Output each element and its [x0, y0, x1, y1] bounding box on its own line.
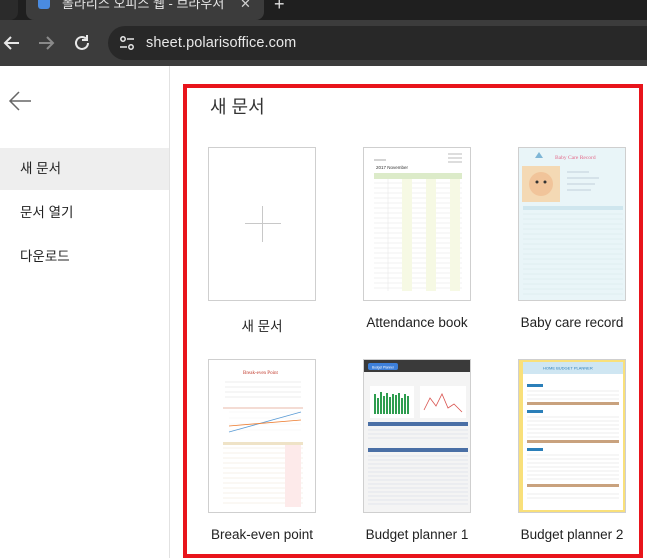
- thumb-title: 2017 November: [376, 165, 409, 170]
- url-text[interactable]: sheet.polarisoffice.com: [146, 35, 296, 51]
- thumb-title: Baby Care Record: [555, 155, 596, 161]
- sidebar-item-download[interactable]: 다운로드: [0, 236, 169, 278]
- attendance-thumbnail: 2017 November: [374, 153, 462, 291]
- template-label[interactable]: Attendance book: [337, 315, 497, 330]
- reload-icon[interactable]: [70, 31, 94, 55]
- new-tab-button[interactable]: +: [274, 0, 285, 15]
- plus-icon: [245, 206, 281, 242]
- browser-toolbar: sheet.polarisoffice.com: [0, 20, 647, 66]
- close-icon[interactable]: ✕: [240, 0, 251, 12]
- sidebar-item-new-document[interactable]: 새 문서: [0, 148, 169, 190]
- tab-title: 폴라리스 오피스 웹 - 브라우저: [62, 0, 225, 11]
- section-title: 새 문서: [210, 97, 265, 117]
- template-label[interactable]: Break-even point: [182, 527, 342, 542]
- browser-tabstrip: 폴라리스 오피스 웹 - 브라우저 ✕ +: [0, 0, 647, 20]
- template-blank[interactable]: [208, 147, 316, 301]
- sidebar: 새 문서 문서 열기 다운로드: [0, 66, 170, 558]
- template-label[interactable]: Budget planner 2: [492, 527, 647, 542]
- baby-care-thumbnail: Baby Care Record: [519, 148, 625, 300]
- break-even-thumbnail: Break-even Point: [223, 371, 303, 507]
- back-arrow-icon[interactable]: [8, 90, 32, 112]
- favicon-icon: [38, 0, 50, 9]
- template-label[interactable]: Budget planner 1: [337, 527, 497, 542]
- template-baby-care-record[interactable]: Baby Care Record: [518, 147, 626, 301]
- template-label[interactable]: Baby care record: [492, 315, 647, 330]
- browser-tab[interactable]: 폴라리스 오피스 웹 - 브라우저 ✕: [26, 0, 264, 20]
- template-budget-planner-1[interactable]: Budget Planner: [363, 359, 471, 513]
- thumb-title: HOME BUDGET PLANNER: [543, 366, 593, 371]
- template-budget-planner-2[interactable]: HOME BUDGET PLANNER: [518, 359, 626, 513]
- thumb-title: Break-even Point: [243, 371, 278, 376]
- budget-2-thumbnail: HOME BUDGET PLANNER: [519, 360, 625, 512]
- back-icon[interactable]: [0, 31, 24, 55]
- template-label[interactable]: 새 문서: [182, 315, 342, 335]
- thumb-title: Budget Planner: [372, 366, 395, 370]
- tab-stub[interactable]: [0, 0, 18, 20]
- budget-1-thumbnail: Budget Planner: [364, 360, 470, 512]
- site-settings-icon[interactable]: [118, 34, 136, 52]
- template-attendance-book[interactable]: 2017 November: [363, 147, 471, 301]
- forward-icon[interactable]: [34, 31, 58, 55]
- sidebar-item-open-document[interactable]: 문서 열기: [0, 192, 169, 234]
- address-bar[interactable]: sheet.polarisoffice.com: [108, 26, 647, 60]
- template-break-even-point[interactable]: Break-even Point: [208, 359, 316, 513]
